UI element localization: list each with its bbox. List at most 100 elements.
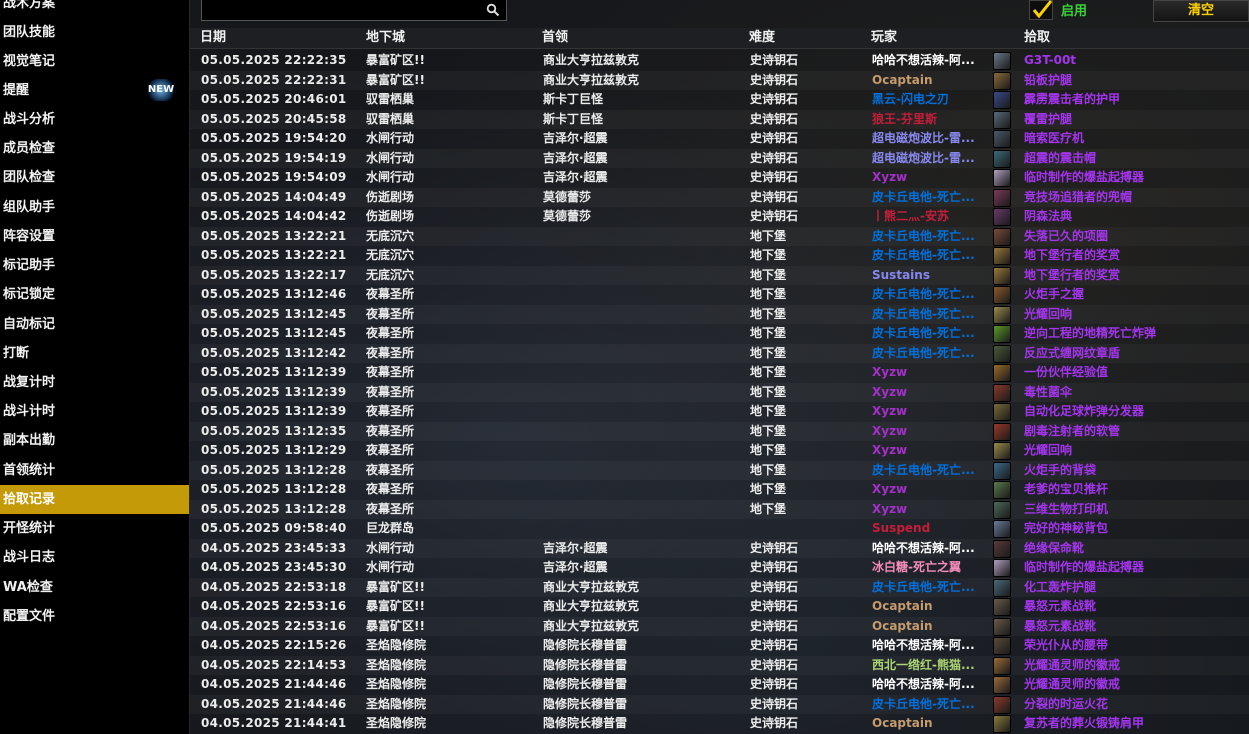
item-icon[interactable] [993, 247, 1011, 265]
loot-cell[interactable]: 一份伙伴经验值 [1024, 363, 1249, 383]
table-row[interactable]: 04.05.2025 22:53:16 暴富矿区!! 商业大亨拉兹敦克 史诗钥石 Oca… [190, 597, 1249, 617]
table-row[interactable]: 05.05.2025 22:22:35 暴富矿区!! 商业大亨拉兹敦克 史诗钥石 哈哈不… [190, 51, 1249, 71]
table-row[interactable]: 05.05.2025 13:12:42 夜幕圣所 地下堡 皮卡丘电他-死亡... 反应式… [190, 344, 1249, 364]
sidebar-item[interactable]: 首领统计 [0, 456, 189, 485]
item-icon[interactable] [993, 344, 1011, 363]
loot-cell[interactable]: 地下堡行者的奖赏 [1024, 266, 1249, 286]
sidebar-item[interactable]: 副本出勤 [0, 426, 189, 455]
sidebar-item[interactable]: 提醒 NEW [0, 76, 189, 105]
item-icon[interactable] [993, 364, 1011, 382]
table-row[interactable]: 05.05.2025 22:22:31 暴富矿区!! 商业大亨拉兹敦克 史诗钥石 Oca… [190, 71, 1249, 91]
table-row[interactable]: 04.05.2025 21:44:46 圣焰隐修院 隐修院长穆普雷 史诗钥石 皮卡丘电他… [190, 695, 1249, 715]
item-icon[interactable] [993, 383, 1011, 402]
sidebar-item[interactable]: 拾取记录 [0, 485, 189, 514]
sidebar-item[interactable]: 标记助手 [0, 251, 189, 280]
table-row[interactable]: 05.05.2025 13:12:35 夜幕圣所 地下堡 Xyzw 剧毒注射者的软管 [190, 422, 1249, 442]
search-input[interactable] [201, 0, 507, 21]
loot-cell[interactable]: 暴怒元素战靴 [1024, 617, 1249, 637]
loot-cell[interactable]: 阴森法典 [1024, 207, 1249, 227]
item-icon[interactable] [993, 637, 1011, 655]
item-icon[interactable] [993, 91, 1011, 109]
loot-cell[interactable]: 绝缘保命靴 [1024, 539, 1249, 559]
loot-cell[interactable]: 临时制作的爆盐起搏器 [1024, 558, 1249, 578]
item-icon[interactable] [993, 715, 1011, 733]
item-icon[interactable] [993, 598, 1011, 616]
item-icon[interactable] [993, 481, 1011, 499]
loot-cell[interactable]: 光耀通灵师的徽戒 [1024, 656, 1249, 676]
table-row[interactable]: 05.05.2025 14:04:49 伤逝剧场 莫德蕾莎 史诗钥石 皮卡丘电他-死亡.… [190, 188, 1249, 208]
sidebar-item[interactable]: 视觉笔记 [0, 47, 189, 76]
table-row[interactable]: 05.05.2025 20:46:01 驭雷栖巢 斯卡丁巨怪 史诗钥石 黑云-闪电之刃 霹… [190, 90, 1249, 110]
table-row[interactable]: 05.05.2025 13:12:46 夜幕圣所 地下堡 皮卡丘电他-死亡... 火炬手… [190, 285, 1249, 305]
loot-cell[interactable]: 临时制作的爆盐起搏器 [1024, 168, 1249, 188]
item-icon[interactable] [993, 520, 1011, 538]
loot-cell[interactable]: 火炬手之握 [1024, 285, 1249, 305]
enable-checkbox[interactable] [1029, 0, 1053, 20]
loot-cell[interactable]: 反应式缠网纹章盾 [1024, 344, 1249, 364]
table-row[interactable]: 05.05.2025 13:12:28 夜幕圣所 地下堡 Xyzw 老爹的宝贝推杆 [190, 480, 1249, 500]
item-icon[interactable] [993, 461, 1011, 480]
sidebar-item[interactable]: 成员检查 [0, 134, 189, 163]
loot-cell[interactable]: 覆雷护腿 [1024, 110, 1249, 130]
loot-cell[interactable]: 光耀回响 [1024, 441, 1249, 461]
table-row[interactable]: 05.05.2025 13:12:45 夜幕圣所 地下堡 皮卡丘电他-死亡... 逆向工… [190, 324, 1249, 344]
loot-cell[interactable]: 超震的震击帽 [1024, 149, 1249, 169]
table-row[interactable]: 05.05.2025 19:54:20 水闸行动 吉泽尔·超震 史诗钥石 超电磁炮波比-… [190, 129, 1249, 149]
item-icon[interactable] [993, 227, 1011, 246]
sidebar-item[interactable]: 战斗计时 [0, 397, 189, 426]
loot-cell[interactable]: 自动化足球炸弹分发器 [1024, 402, 1249, 422]
sidebar-item[interactable]: 团队检查 [0, 163, 189, 192]
table-row[interactable]: 05.05.2025 19:54:09 水闸行动 吉泽尔·超震 史诗钥石 Xyzw 临时制… [190, 168, 1249, 188]
sidebar-item[interactable]: 阵容设置 [0, 222, 189, 251]
item-icon[interactable] [993, 52, 1011, 70]
table-row[interactable]: 05.05.2025 13:12:39 夜幕圣所 地下堡 Xyzw 自动化足球炸弹分发器 [190, 402, 1249, 422]
loot-cell[interactable]: 地下堡行者的奖赏 [1024, 246, 1249, 266]
loot-cell[interactable]: 火炬手的背袋 [1024, 461, 1249, 481]
item-icon[interactable] [993, 676, 1011, 694]
item-icon[interactable] [993, 286, 1011, 304]
table-row[interactable]: 05.05.2025 13:12:39 夜幕圣所 地下堡 Xyzw 毒性菌伞 [190, 383, 1249, 403]
item-icon[interactable] [993, 442, 1011, 460]
sidebar-item[interactable]: 打断 [0, 339, 189, 368]
table-row[interactable]: 05.05.2025 13:12:45 夜幕圣所 地下堡 皮卡丘电他-死亡... 光耀回… [190, 305, 1249, 325]
loot-cell[interactable]: 光耀回响 [1024, 305, 1249, 325]
loot-cell[interactable]: 化工轰炸护腿 [1024, 578, 1249, 598]
loot-cell[interactable]: 复苏者的葬火锻铸肩甲 [1024, 714, 1249, 734]
item-icon[interactable] [993, 110, 1011, 129]
table-row[interactable]: 05.05.2025 19:54:19 水闸行动 吉泽尔·超震 史诗钥石 超电磁炮波比-… [190, 149, 1249, 169]
sidebar-item[interactable]: 团队技能 [0, 18, 189, 47]
loot-cell[interactable]: 暗索医疗机 [1024, 129, 1249, 149]
loot-cell[interactable]: 逆向工程的地精死亡炸弹 [1024, 324, 1249, 344]
item-icon[interactable] [993, 169, 1011, 187]
table-row[interactable]: 04.05.2025 22:15:26 圣焰隐修院 隐修院长穆普雷 史诗钥石 哈哈不想活… [190, 636, 1249, 656]
table-row[interactable]: 05.05.2025 09:58:40 巨龙群岛 Suspend 完好的神秘背包 [190, 519, 1249, 539]
column-header-boss[interactable]: 首领 [542, 28, 568, 48]
loot-cell[interactable]: 竞技场追猎者的兜帽 [1024, 188, 1249, 208]
item-icon[interactable] [993, 695, 1011, 714]
loot-cell[interactable]: 分裂的时运火花 [1024, 695, 1249, 715]
table-row[interactable]: 05.05.2025 13:22:17 无底沉穴 地下堡 Sustains 地下堡行者的… [190, 266, 1249, 286]
loot-cell[interactable]: 毒性菌伞 [1024, 383, 1249, 403]
table-row[interactable]: 04.05.2025 21:44:41 圣焰隐修院 隐修院长穆普雷 史诗钥石 Ocapt… [190, 714, 1249, 734]
table-row[interactable]: 04.05.2025 22:14:53 圣焰隐修院 隐修院长穆普雷 史诗钥石 西北一绺红… [190, 656, 1249, 676]
table-row[interactable]: 05.05.2025 13:12:28 夜幕圣所 地下堡 皮卡丘电他-死亡... 火炬手… [190, 461, 1249, 481]
item-icon[interactable] [993, 305, 1011, 324]
column-header-difficulty[interactable]: 难度 [749, 28, 775, 48]
item-icon[interactable] [993, 422, 1011, 441]
table-row[interactable]: 05.05.2025 13:12:29 夜幕圣所 地下堡 Xyzw 光耀回响 [190, 441, 1249, 461]
table-row[interactable]: 05.05.2025 13:22:21 无底沉穴 地下堡 皮卡丘电他-死亡... 失落已… [190, 227, 1249, 247]
loot-cell[interactable]: 三维生物打印机 [1024, 500, 1249, 520]
column-header-date[interactable]: 日期 [200, 28, 226, 48]
loot-cell[interactable]: 暴怒元素战靴 [1024, 597, 1249, 617]
search-icon[interactable] [486, 3, 500, 17]
sidebar-item[interactable]: 自动标记 [0, 310, 189, 339]
loot-cell[interactable]: 霹雳震击者的护甲 [1024, 90, 1249, 110]
table-row[interactable]: 05.05.2025 20:45:58 驭雷栖巢 斯卡丁巨怪 史诗钥石 狼王-芬里斯 覆雷… [190, 110, 1249, 130]
item-icon[interactable] [993, 266, 1011, 285]
sidebar-item[interactable]: 战复计时 [0, 368, 189, 397]
item-icon[interactable] [993, 130, 1011, 148]
item-icon[interactable] [993, 149, 1011, 168]
sidebar-item[interactable]: 配置文件 [0, 602, 189, 631]
sidebar-item[interactable]: 战术方案 [0, 0, 189, 18]
table-row[interactable]: 04.05.2025 22:53:16 暴富矿区!! 商业大亨拉兹敦克 史诗钥石 Oca… [190, 617, 1249, 637]
